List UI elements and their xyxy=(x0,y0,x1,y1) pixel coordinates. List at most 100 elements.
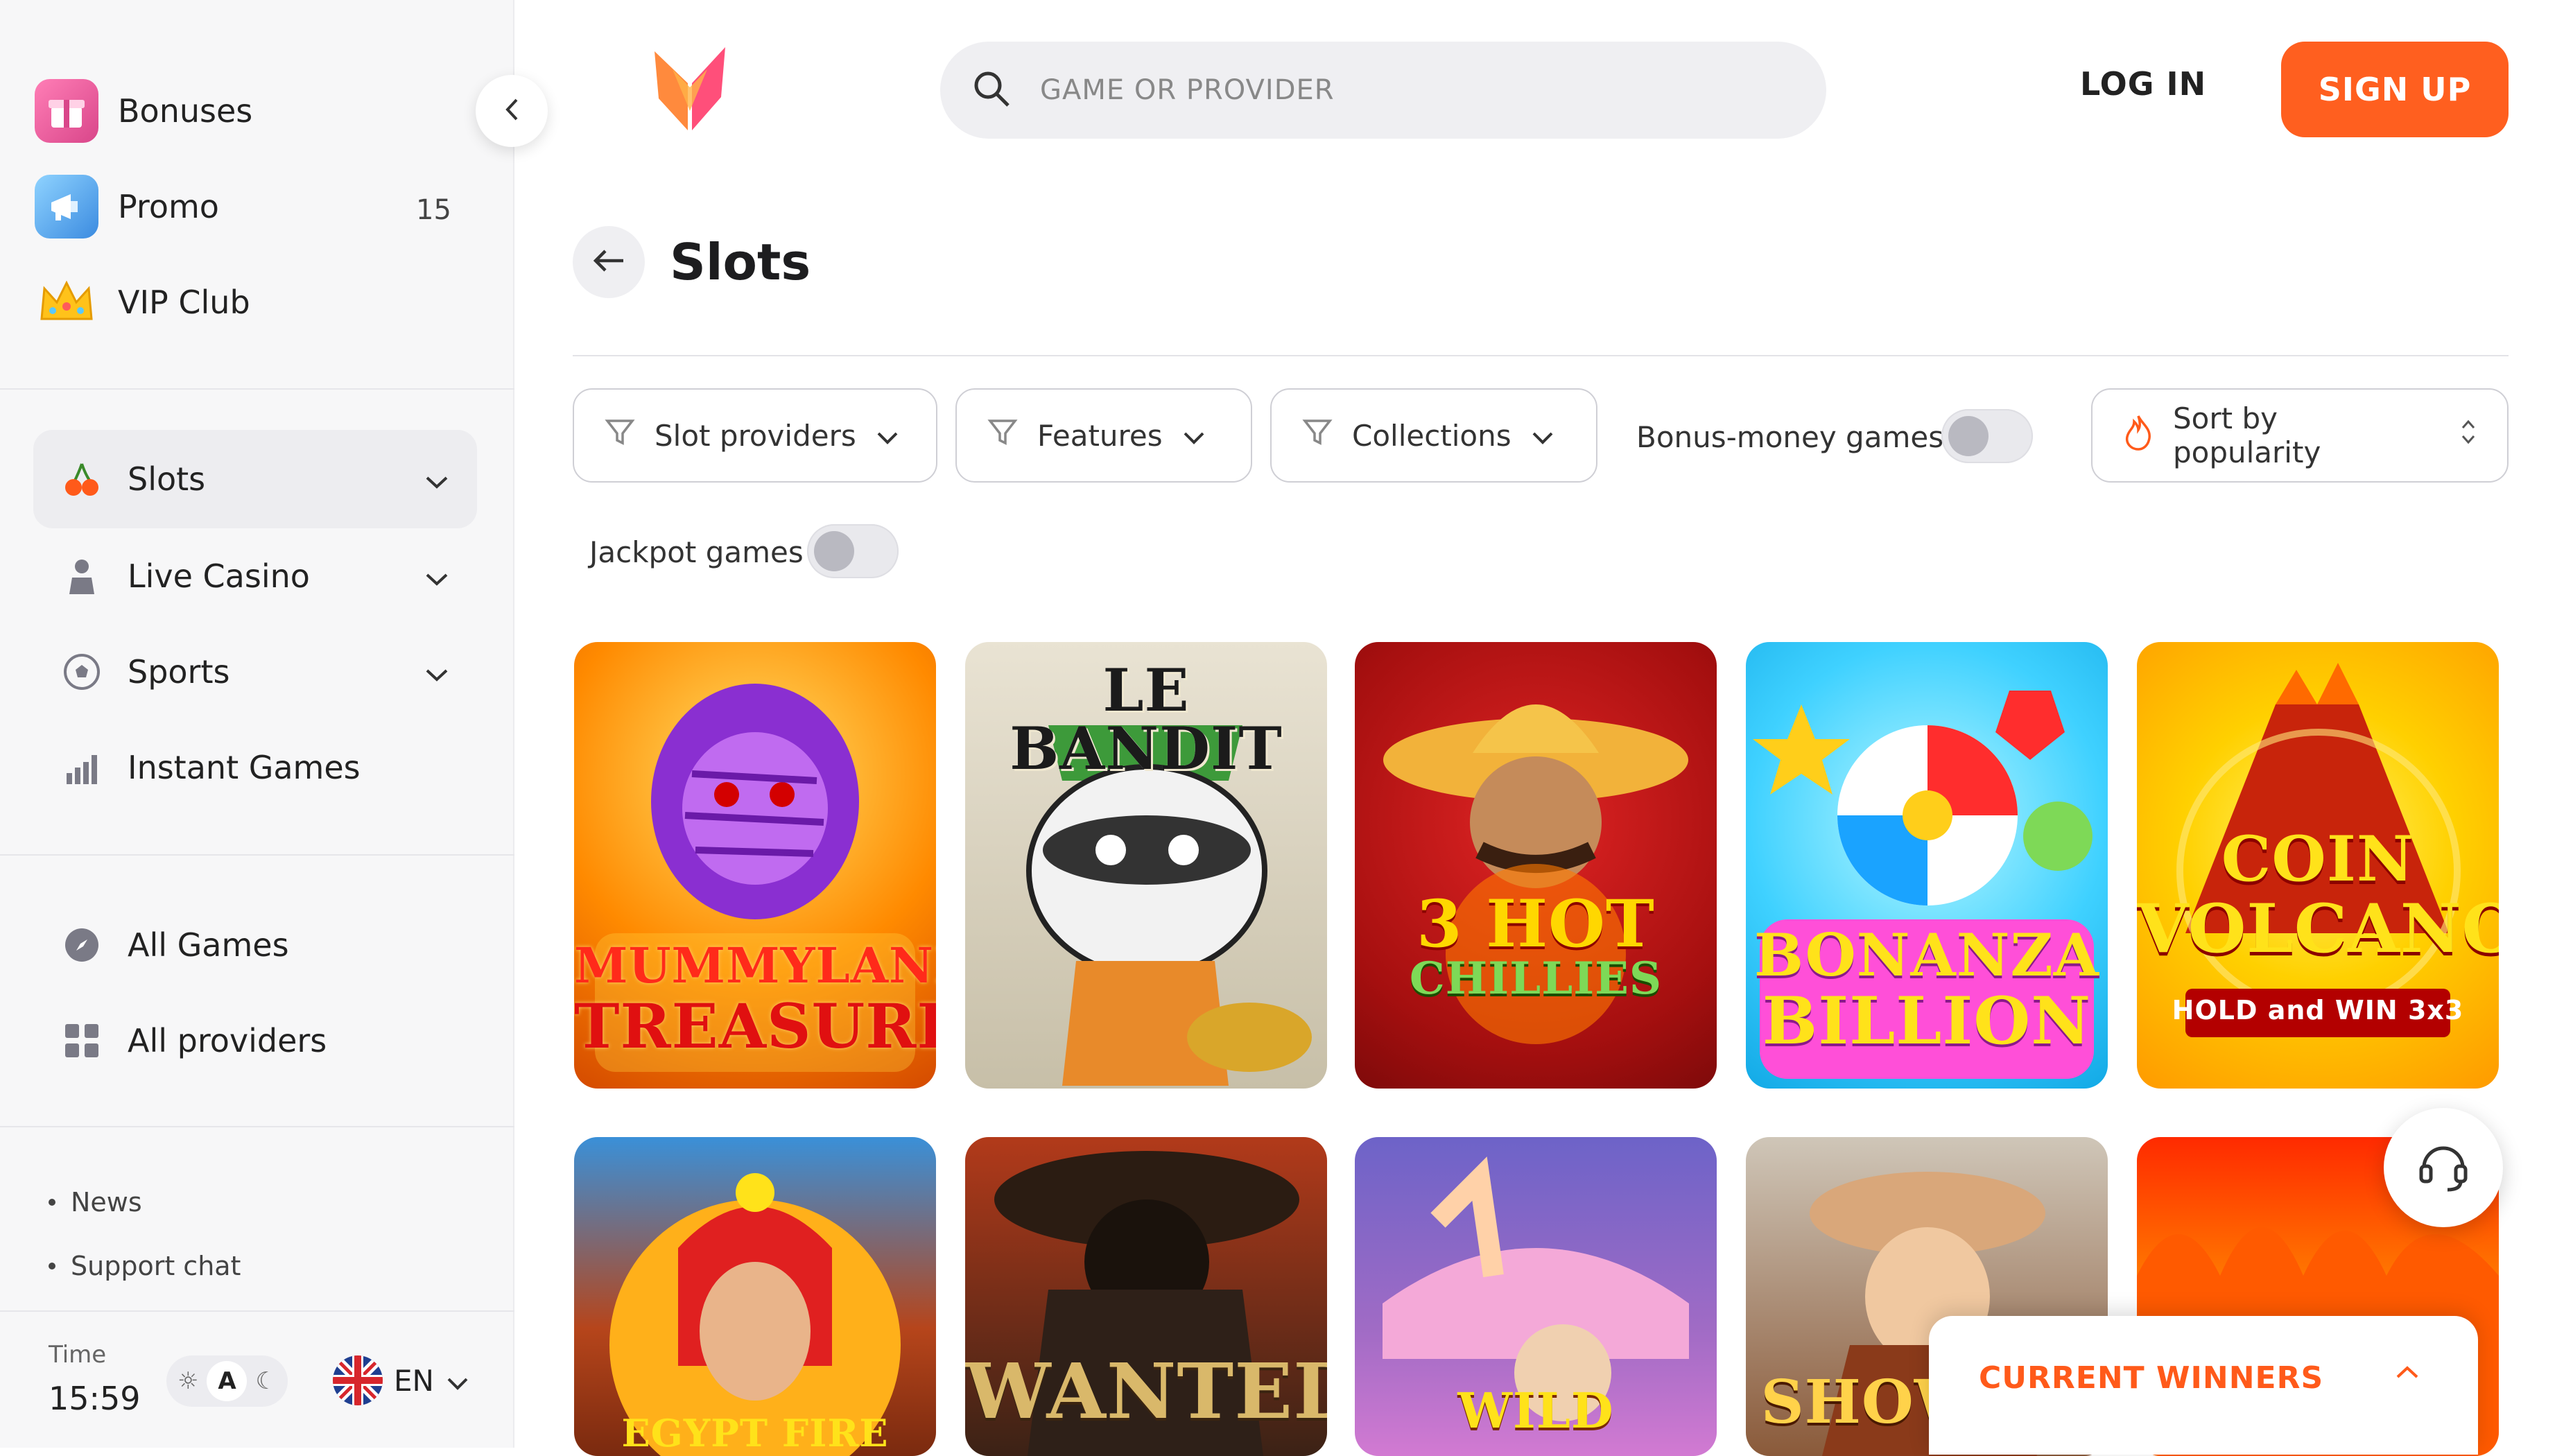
sidebar-item-all-games[interactable]: All Games xyxy=(33,896,477,994)
signup-button[interactable]: SIGN UP xyxy=(2281,42,2509,137)
time-label: Time xyxy=(49,1341,107,1369)
current-winners-panel[interactable]: CURRENT WINNERS xyxy=(1929,1316,2478,1455)
support-button[interactable] xyxy=(2384,1108,2503,1227)
game-tile-bonanza-billion[interactable]: BONANZA BILLION xyxy=(1746,642,2108,1089)
game-tile-mummyland-treasures[interactable]: MUMMYLAND TREASURES xyxy=(574,642,936,1089)
soccer-ball-icon xyxy=(61,651,103,693)
support-chat-link[interactable]: Support chat xyxy=(49,1251,241,1281)
news-link[interactable]: News xyxy=(49,1187,142,1217)
headset-icon xyxy=(2414,1137,2472,1198)
sort-label: Sort by popularity xyxy=(2173,401,2321,469)
slot-providers-filter[interactable]: Slot providers xyxy=(573,388,937,483)
sidebar: Bonuses Promo 15 VIP Club Slots Live Cas… xyxy=(0,0,514,1448)
game-tile-3-hot-chillies[interactable]: 3 HOT CHILLIES xyxy=(1355,642,1717,1089)
collapse-sidebar-button[interactable] xyxy=(476,75,548,147)
bullet-dot xyxy=(49,1199,55,1206)
sidebar-item-all-providers[interactable]: All providers xyxy=(33,991,477,1090)
chevron-down-icon xyxy=(424,557,449,595)
game-tile-coin-volcano[interactable]: COIN VOLCANO HOLD and WIN 3x3 xyxy=(2137,642,2499,1089)
sidebar-item-bonuses[interactable]: Bonuses xyxy=(35,79,252,143)
game-title: TREASURES xyxy=(574,990,936,1062)
grid-icon xyxy=(61,1020,103,1061)
filter-icon xyxy=(1302,417,1333,454)
sidebar-divider xyxy=(0,1126,514,1127)
sidebar-item-label: Instant Games xyxy=(128,749,361,786)
game-title: VOLCANO xyxy=(2137,890,2499,968)
theme-auto-option[interactable]: A xyxy=(207,1361,248,1401)
game-tile-egypt-fire[interactable]: EGYPT FIRE xyxy=(574,1137,936,1456)
game-title: BONANZA xyxy=(1754,921,2099,989)
promo-count-badge: 15 xyxy=(416,194,451,226)
jackpot-games-toggle[interactable] xyxy=(807,524,899,578)
bar-chart-icon xyxy=(61,747,103,788)
game-title: WANTED xyxy=(965,1346,1327,1436)
megaphone-icon xyxy=(35,175,98,239)
game-title: EGYPT FIRE xyxy=(621,1411,889,1455)
bonus-money-games-label: Bonus-money games xyxy=(1636,420,1944,454)
game-tile-wanted[interactable]: WANTED xyxy=(965,1137,1327,1456)
sort-arrows-icon xyxy=(2460,418,2477,453)
sidebar-item-label: All providers xyxy=(128,1022,327,1059)
sidebar-item-slots[interactable]: Slots xyxy=(33,430,477,528)
chevron-down-icon xyxy=(1531,419,1554,453)
game-tile-wild[interactable]: WILD xyxy=(1355,1137,1717,1456)
time-value: 15:59 xyxy=(49,1380,141,1417)
sidebar-divider xyxy=(0,388,514,390)
compass-icon xyxy=(61,924,103,966)
chevron-down-icon xyxy=(1182,419,1206,453)
game-title: WILD xyxy=(1457,1382,1614,1439)
sidebar-item-label: Live Casino xyxy=(128,557,310,595)
collections-filter[interactable]: Collections xyxy=(1270,388,1597,483)
support-chat-link-label: Support chat xyxy=(71,1251,241,1281)
bonus-money-games-toggle[interactable] xyxy=(1941,409,2033,463)
search-icon xyxy=(972,69,1011,111)
chevron-down-icon xyxy=(876,419,899,453)
login-button[interactable]: LOG IN xyxy=(2080,65,2206,103)
arrow-left-icon xyxy=(591,248,626,276)
chevron-down-icon xyxy=(424,653,449,691)
sidebar-item-instant-games[interactable]: Instant Games xyxy=(33,718,477,817)
dealer-icon xyxy=(61,555,103,597)
game-title: CHILLIES xyxy=(1409,953,1663,1005)
sidebar-item-vip-club[interactable]: VIP Club xyxy=(35,270,250,334)
language-code: EN xyxy=(394,1363,434,1398)
chevron-down-icon xyxy=(424,460,449,498)
sun-icon[interactable]: ☼ xyxy=(177,1367,198,1395)
game-tile-le-bandit[interactable]: LE BANDIT xyxy=(965,642,1327,1089)
sidebar-item-promo[interactable]: Promo xyxy=(35,175,219,239)
game-title: BILLION xyxy=(1762,983,2092,1059)
sidebar-item-sports[interactable]: Sports xyxy=(33,623,477,721)
jackpot-games-label: Jackpot games xyxy=(589,535,804,569)
crown-icon xyxy=(35,270,98,334)
search-input[interactable]: GAME OR PROVIDER xyxy=(940,42,1826,139)
uk-flag-icon xyxy=(333,1355,383,1405)
sidebar-item-label: All Games xyxy=(128,926,289,964)
sort-select[interactable]: Sort by popularity xyxy=(2091,388,2509,483)
game-title: 3 HOT xyxy=(1417,886,1655,962)
toggle-knob xyxy=(814,531,854,571)
gift-icon xyxy=(35,79,98,143)
sidebar-item-label: Promo xyxy=(118,188,219,225)
flame-icon xyxy=(2123,413,2154,458)
chevron-left-icon xyxy=(504,97,519,125)
sidebar-item-label: Bonuses xyxy=(118,92,253,130)
sidebar-item-label: Sports xyxy=(128,653,230,691)
chevron-up-icon[interactable] xyxy=(2395,1364,2420,1383)
game-title: MUMMYLAND xyxy=(574,937,936,994)
moon-icon[interactable]: ☾ xyxy=(255,1367,276,1395)
back-button[interactable] xyxy=(573,226,645,298)
features-filter[interactable]: Features xyxy=(955,388,1252,483)
chevron-down-icon xyxy=(447,1364,469,1398)
current-winners-title: CURRENT WINNERS xyxy=(1979,1360,2324,1396)
search-placeholder: GAME OR PROVIDER xyxy=(1040,74,1335,106)
sidebar-divider xyxy=(0,1310,514,1312)
cherries-icon xyxy=(61,458,103,500)
brand-logo[interactable] xyxy=(652,42,728,132)
filter-label: Slot providers xyxy=(655,418,856,453)
game-subtitle: HOLD and WIN 3x3 xyxy=(2172,995,2464,1025)
sidebar-item-live-casino[interactable]: Live Casino xyxy=(33,527,477,625)
language-selector[interactable]: EN xyxy=(333,1355,469,1405)
theme-toggle[interactable]: ☼ A ☾ xyxy=(166,1355,288,1407)
toggle-knob xyxy=(1948,416,1989,456)
sidebar-item-label: VIP Club xyxy=(118,284,250,321)
